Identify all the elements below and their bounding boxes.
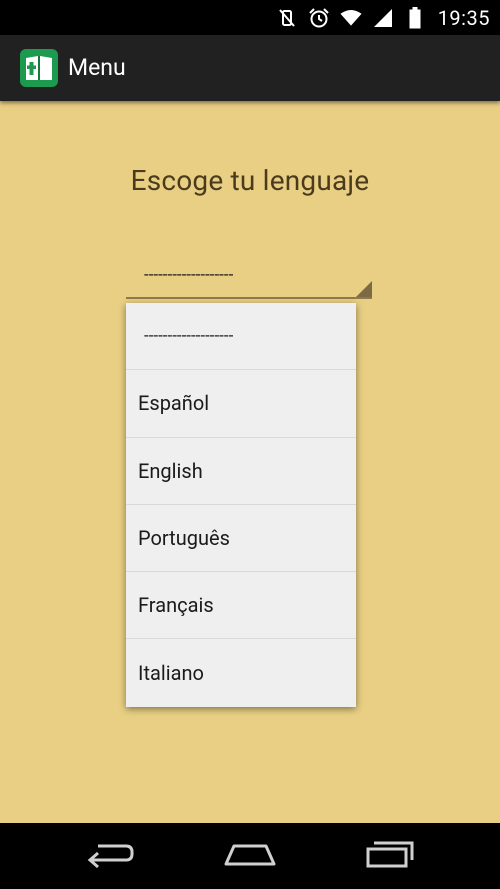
- action-bar: Menu: [0, 35, 500, 101]
- battery-icon: [404, 6, 426, 29]
- spinner-dropdown-triangle-icon: [356, 281, 372, 297]
- alarm-icon: [308, 7, 330, 29]
- dropdown-option-francais[interactable]: Français: [126, 572, 356, 640]
- back-icon: [86, 840, 134, 872]
- language-dropdown-list: ------------------- Español English Port…: [126, 303, 356, 707]
- spinner-underline: [126, 297, 372, 299]
- vibrate-mute-icon: [276, 7, 298, 29]
- dropdown-option-placeholder[interactable]: -------------------: [126, 303, 356, 371]
- recents-icon: [365, 839, 415, 873]
- dropdown-option-italiano[interactable]: Italiano: [126, 639, 356, 706]
- home-button[interactable]: [220, 836, 280, 876]
- home-icon: [223, 840, 277, 872]
- status-bar: 19:35: [0, 0, 500, 35]
- dropdown-option-english[interactable]: English: [126, 438, 356, 505]
- wifi-icon: [340, 7, 362, 29]
- signal-icon: [372, 7, 394, 29]
- navigation-bar: [0, 823, 500, 889]
- action-bar-title: Menu: [68, 54, 126, 81]
- status-icons: 19:35: [276, 0, 490, 35]
- back-button[interactable]: [80, 836, 140, 876]
- language-spinner[interactable]: -------------------: [126, 259, 372, 299]
- page-title: Escoge tu lenguaje: [130, 164, 370, 197]
- spinner-selected-value: -------------------: [144, 265, 234, 285]
- dropdown-option-portugues[interactable]: Português: [126, 505, 356, 573]
- dropdown-option-espanol[interactable]: Español: [126, 370, 356, 438]
- recents-button[interactable]: [360, 836, 420, 876]
- book-cross-icon[interactable]: [20, 49, 58, 87]
- main-content: Escoge tu lenguaje ------------------- -…: [0, 101, 500, 823]
- status-time: 19:35: [437, 5, 490, 30]
